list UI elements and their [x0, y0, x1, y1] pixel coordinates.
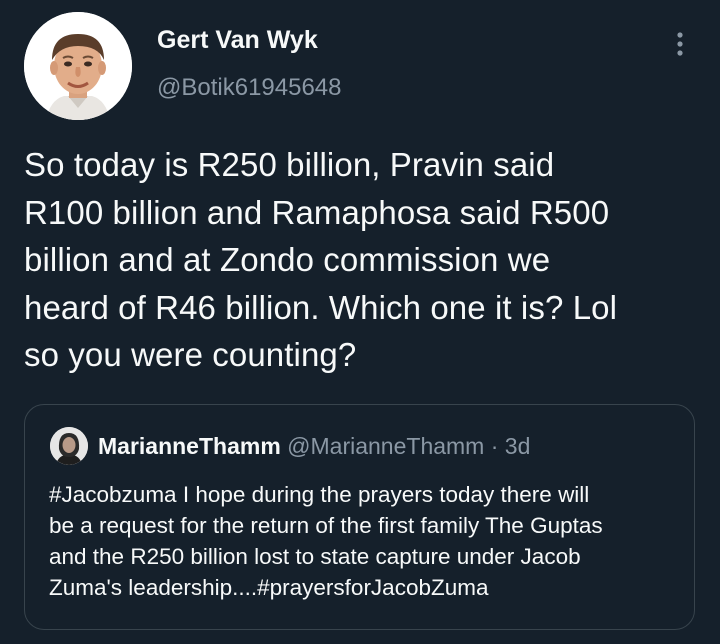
quoted-author-avatar[interactable]	[50, 427, 88, 465]
tweet-text-line: billion and at Zondo commission we	[24, 241, 551, 278]
author-name[interactable]: Gert Van Wyk	[157, 26, 318, 55]
quoted-text-line: Zuma's leadership....#prayersforJacobZum…	[49, 575, 489, 600]
tweet-card: Gert Van Wyk @Botik61945648 So today is …	[0, 0, 720, 644]
quoted-tweet[interactable]: MarianneThamm @MarianneThamm · 3d #Jacob…	[24, 404, 695, 630]
quoted-timestamp[interactable]: 3d	[505, 433, 531, 459]
quoted-tweet-text: #Jacobzuma I hope during the prayers tod…	[49, 479, 679, 603]
tweet-text-line: heard of R46 billion. Which one it is? L…	[24, 288, 618, 326]
author-handle[interactable]: @Botik61945648	[157, 74, 342, 102]
quoted-author-name[interactable]: MarianneThamm	[98, 433, 281, 459]
author-avatar[interactable]	[24, 12, 132, 120]
quoted-text-line: and the R250 billion lost to state captu…	[49, 544, 581, 569]
more-vertical-icon	[677, 32, 683, 56]
tweet-text-line: so you were counting?	[24, 336, 357, 373]
tweet-text-line: R100 billion and Ramaphosa said R500	[24, 193, 610, 231]
quoted-author-avatar-image	[50, 427, 88, 465]
author-avatar-image	[24, 12, 132, 120]
quoted-text-line: be a request for the return of the first…	[49, 513, 603, 538]
quoted-text-line: #Jacobzuma I hope during the prayers tod…	[49, 482, 590, 507]
quoted-author-handle[interactable]: @MarianneThamm	[287, 433, 484, 459]
quoted-tweet-header: MarianneThamm @MarianneThamm · 3d	[98, 433, 530, 460]
tweet-text: So today is R250 billion, Pravin said R1…	[24, 141, 704, 379]
more-options-button[interactable]	[662, 24, 698, 64]
tweet-text-line: So today is R250 billion, Pravin said	[24, 146, 555, 183]
quoted-separator: ·	[490, 433, 499, 459]
